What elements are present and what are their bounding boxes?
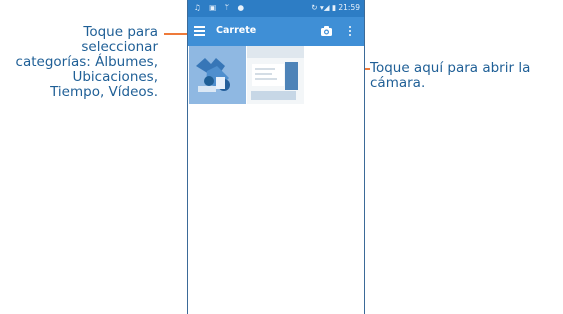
app-bar: Carrete	[188, 17, 364, 46]
photo-thumbnail-1-image	[189, 46, 246, 104]
callout-line: Toque para	[83, 24, 158, 40]
photo-thumbnail-2-image	[247, 46, 304, 104]
photo-thumbnail-1[interactable]	[189, 46, 246, 104]
status-icons-right: ↻ ▾◢ ▮ 21:59	[311, 3, 360, 12]
callout-line: categorías: Álbumes,	[15, 54, 158, 70]
hamburger-menu-icon[interactable]	[194, 26, 205, 36]
status-icons-left: ♫ ▣ ᛘ ●	[194, 3, 248, 12]
phone-screen: ♫ ▣ ᛘ ● ↻ ▾◢ ▮ 21:59 Carrete	[187, 0, 365, 314]
callout-categories: Toque para seleccionar categorías: Álbum…	[3, 25, 158, 100]
callout-camera: Toque aquí para abrir la cámara.	[370, 61, 560, 91]
status-bar: ♫ ▣ ᛘ ● ↻ ▾◢ ▮ 21:59	[188, 0, 364, 17]
callout-line: Tiempo, Vídeos.	[50, 84, 158, 100]
callout-line: cámara.	[370, 75, 426, 91]
photo-thumbnail-2[interactable]	[247, 46, 304, 104]
more-vertical-icon[interactable]	[348, 26, 352, 38]
callout-line: seleccionar	[81, 39, 158, 55]
callout-line: Ubicaciones,	[72, 69, 158, 85]
camera-icon[interactable]	[320, 25, 333, 37]
callout-line: Toque aquí para abrir la	[370, 60, 531, 76]
app-bar-title: Carrete	[216, 25, 257, 36]
